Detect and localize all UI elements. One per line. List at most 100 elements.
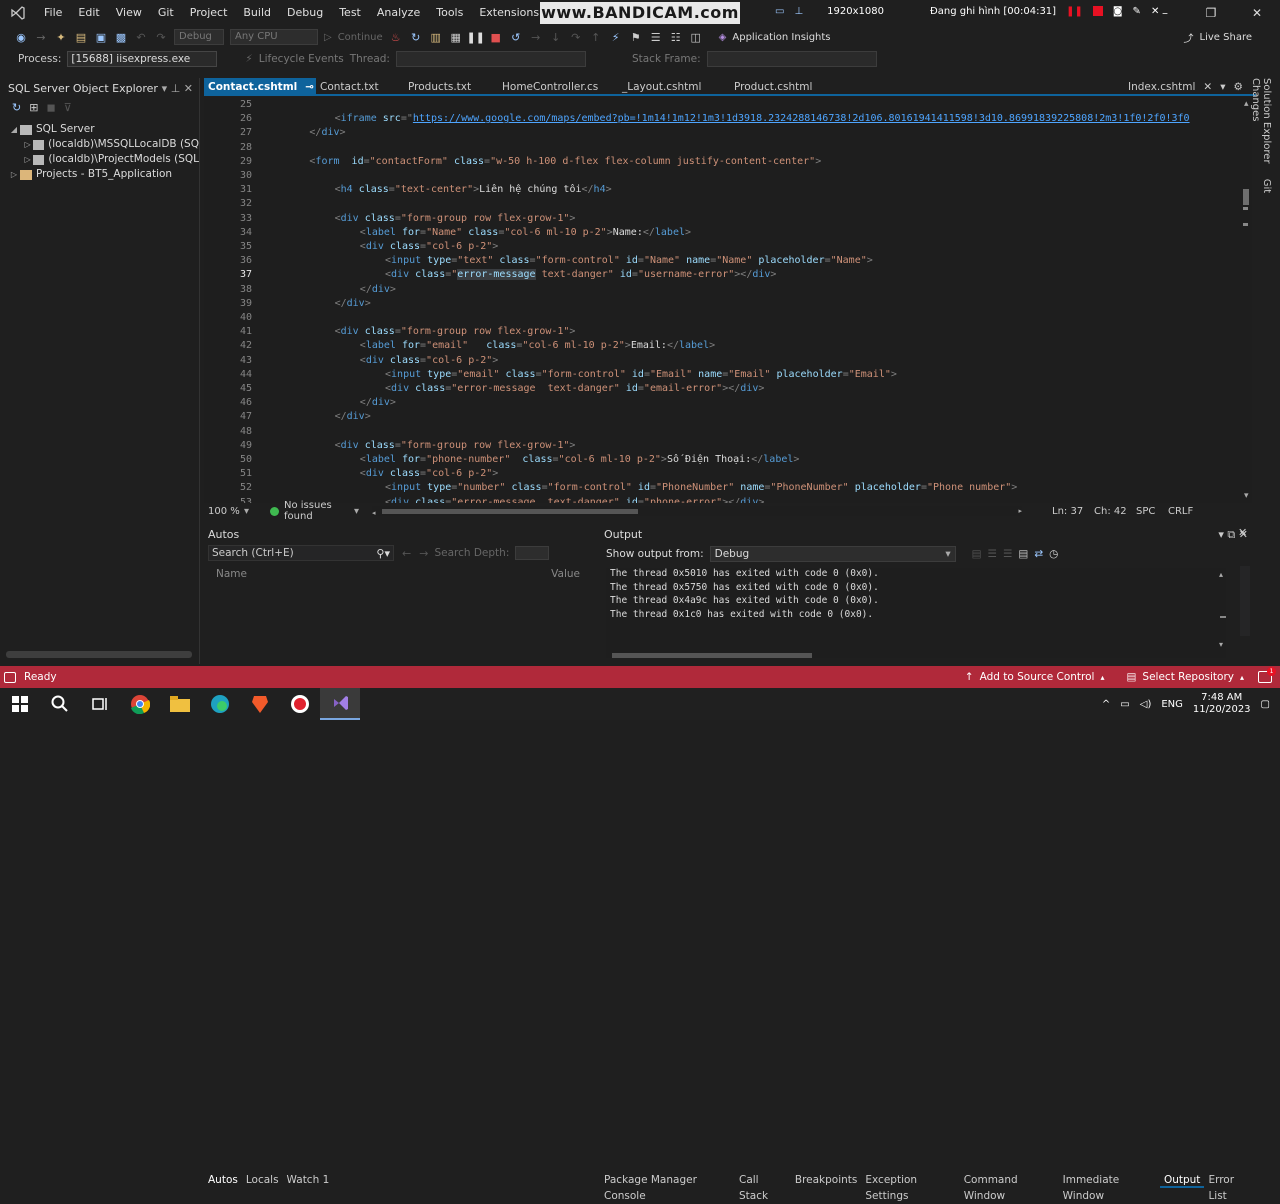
pause-record-icon[interactable]: ❚❚ xyxy=(1066,6,1083,17)
select-repository-button[interactable]: Select Repository xyxy=(1142,671,1234,683)
panel-options-icon[interactable]: ▾ ⊥ ✕ xyxy=(162,82,193,95)
code-line[interactable]: </div> xyxy=(335,298,371,309)
menu-item-debug[interactable]: Debug xyxy=(279,0,331,26)
output-tab[interactable]: Command Window xyxy=(960,1172,1059,1202)
step-into-icon[interactable]: ↓ xyxy=(549,30,563,44)
code-line[interactable]: <input type="number" class="form-control… xyxy=(385,482,1017,493)
issues-status[interactable]: No issues found xyxy=(284,500,354,522)
code-line[interactable]: <label for="Name" class="col-6 ml-10 p-2… xyxy=(360,227,691,238)
explorer-tree-item[interactable]: ▷ Projects - BT5_Application xyxy=(0,167,199,182)
bookmark-list-icon[interactable]: ◫ xyxy=(689,30,703,44)
output-tab[interactable]: Package Manager Console xyxy=(600,1172,735,1202)
output-horizontal-scrollbar[interactable] xyxy=(612,653,812,658)
pin-close-icon[interactable]: ⊸ ✕ xyxy=(305,81,316,93)
chrome-icon[interactable] xyxy=(120,688,160,720)
editor-vertical-scrollbar[interactable]: ▴ ▾ xyxy=(1240,97,1252,503)
code-line[interactable]: </div> xyxy=(360,284,396,295)
continue-button[interactable]: Continue xyxy=(338,32,383,43)
menu-item-view[interactable]: View xyxy=(108,0,150,26)
horizontal-scrollbar[interactable] xyxy=(6,651,192,658)
editor-tab[interactable]: _Layout.cshtml xyxy=(618,78,730,96)
file-explorer-icon[interactable] xyxy=(160,688,200,720)
menu-item-tools[interactable]: Tools xyxy=(428,0,471,26)
editor-tab[interactable]: HomeController.cs xyxy=(498,78,618,96)
show-next-statement-icon[interactable]: → xyxy=(529,30,543,44)
back-icon[interactable]: ◉ xyxy=(14,30,28,44)
lifecycle-icon[interactable]: ⚡ xyxy=(245,53,252,65)
tab-index[interactable]: Index.cshtml xyxy=(1128,81,1195,93)
platform-select[interactable]: Any CPU xyxy=(230,29,318,45)
tray-chevron-icon[interactable]: ^ xyxy=(1102,699,1110,710)
code-line[interactable]: <div class="form-group row flex-grow-1"> xyxy=(335,213,576,224)
search-icon[interactable]: ⚲▾ xyxy=(376,547,390,560)
editor-tab[interactable]: Products.txt xyxy=(404,78,498,96)
code-line[interactable]: <div class="col-6 p-2"> xyxy=(360,468,499,479)
filter-icon[interactable]: ⊽ xyxy=(64,101,72,114)
chevron-down-icon[interactable]: ◢ xyxy=(8,122,20,137)
visual-studio-icon[interactable] xyxy=(320,688,360,720)
layout-icon[interactable]: ▦ xyxy=(449,30,463,44)
code-line[interactable]: <iframe src="https://www.google.com/maps… xyxy=(335,113,1190,124)
clock[interactable]: 7:48 AM 11/20/2023 xyxy=(1193,692,1251,716)
code-line[interactable]: <div class="form-group row flex-grow-1"> xyxy=(335,440,576,451)
new-item-icon[interactable]: ✦ xyxy=(54,30,68,44)
process-select[interactable]: [15688] iisexpress.exe xyxy=(67,51,218,67)
chevron-right-icon[interactable]: ▷ xyxy=(22,152,33,167)
menu-item-edit[interactable]: Edit xyxy=(70,0,107,26)
windows-start-icon[interactable] xyxy=(0,688,40,720)
menu-item-git[interactable]: Git xyxy=(150,0,182,26)
value-column-header[interactable]: Value xyxy=(551,568,580,580)
editor-tab[interactable]: Contact.cshtml ⊸ ✕ xyxy=(204,78,316,96)
menu-item-project[interactable]: Project xyxy=(182,0,236,26)
comment-icon[interactable]: ☰ xyxy=(649,30,663,44)
edge-icon[interactable] xyxy=(200,688,240,720)
redo-icon[interactable]: ↷ xyxy=(154,30,168,44)
clear-all-icon[interactable]: ▤ xyxy=(1018,548,1028,560)
menu-item-file[interactable]: File xyxy=(36,0,70,26)
pen-icon[interactable]: ✎ xyxy=(1133,6,1141,17)
tab-dropdown-icon[interactable]: ▾ xyxy=(1220,81,1225,93)
code-line[interactable]: </div> xyxy=(335,411,371,422)
output-tab[interactable]: Call Stack xyxy=(735,1172,791,1202)
search-icon[interactable] xyxy=(40,688,80,720)
menu-item-test[interactable]: Test xyxy=(331,0,369,26)
line-ending[interactable]: CRLF xyxy=(1168,506,1193,517)
next-message-icon[interactable]: ☰ xyxy=(1003,548,1012,560)
zoom-dropdown-icon[interactable]: ▾ xyxy=(244,506,270,517)
configuration-select[interactable]: Debug xyxy=(174,29,224,45)
output-vertical-scrollbar[interactable]: ▴ ▾ xyxy=(1218,570,1228,650)
search-forward-icon[interactable]: → xyxy=(419,547,428,560)
editor-tab[interactable]: Product.cshtml xyxy=(730,78,836,96)
hot-reload-icon[interactable]: ⚡ xyxy=(609,30,623,44)
refresh-icon[interactable]: ↻ xyxy=(409,30,423,44)
horizontal-scrollbar[interactable]: ◂ ▸ xyxy=(372,506,1022,517)
output-text[interactable]: The thread 0x5010 has exited with code 0… xyxy=(606,568,1226,658)
issues-dropdown-icon[interactable]: ▾ xyxy=(354,506,372,517)
lightbulb-icon[interactable]: ◈ xyxy=(719,32,727,43)
code-line[interactable]: <div class="form-group row flex-grow-1"> xyxy=(335,326,576,337)
menu-item-extensions[interactable]: Extensions xyxy=(471,0,547,26)
editor-tab[interactable]: Contact.txt xyxy=(316,78,404,96)
zoom-level[interactable]: 100 % xyxy=(204,506,244,517)
output-tab[interactable]: Error List xyxy=(1204,1172,1256,1202)
stop-icon[interactable]: ◼ xyxy=(46,101,55,114)
live-share-icon[interactable]: ⤴ xyxy=(1184,30,1194,45)
search-back-icon[interactable]: ← xyxy=(402,547,411,560)
output-tab[interactable]: Breakpoints xyxy=(791,1172,862,1188)
step-over-icon[interactable]: ↷ xyxy=(569,30,583,44)
output-tab[interactable]: Output xyxy=(1159,1172,1205,1188)
output-tab[interactable]: Immediate Window xyxy=(1059,1172,1160,1202)
chevron-right-icon[interactable]: ▷ xyxy=(8,167,20,182)
open-icon[interactable]: ▤ xyxy=(74,30,88,44)
minimize-icon[interactable]: – xyxy=(1142,0,1188,26)
restart-icon[interactable]: ↺ xyxy=(509,30,523,44)
input-language[interactable]: ENG xyxy=(1161,699,1183,710)
autos-tab[interactable]: Autos xyxy=(204,1172,242,1188)
continue-icon[interactable]: ▷ xyxy=(324,32,332,43)
thread-select[interactable] xyxy=(395,51,586,67)
menu-item-build[interactable]: Build xyxy=(235,0,279,26)
code-line[interactable]: <div class="col-6 p-2"> xyxy=(360,241,499,252)
code-editor[interactable]: 25 26 <iframe src="https://www.google.com/… xyxy=(204,97,1240,503)
code-line[interactable]: <div class="col-6 p-2"> xyxy=(360,355,499,366)
code-line[interactable]: <h4 class="text-center">Liên hệ chúng tô… xyxy=(335,184,612,195)
